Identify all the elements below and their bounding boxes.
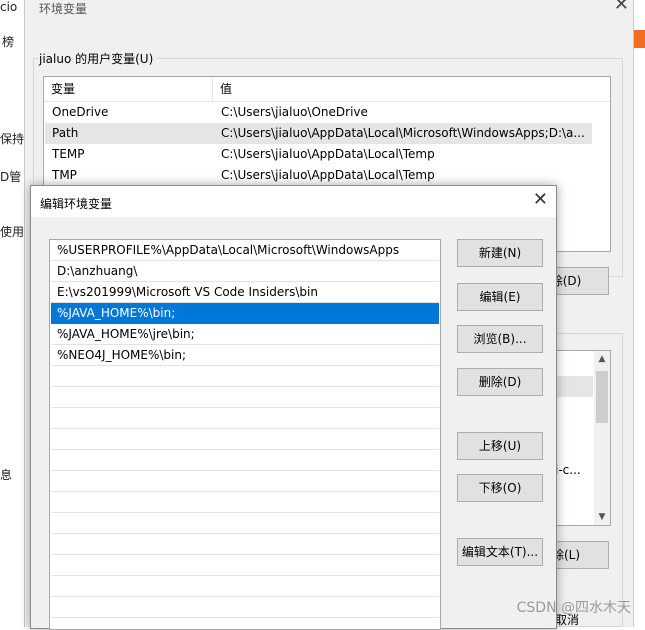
list-item[interactable]: D:\anzhuang\ [51,261,439,282]
table-row[interactable]: OneDrive C:\Users\jialuo\OneDrive [45,102,592,123]
column-header-value[interactable]: 值 [220,77,232,101]
bg-text: cio [0,0,18,14]
list-item[interactable]: %JAVA_HOME%\jre\bin; [51,324,439,345]
table-row[interactable]: TEMP C:\Users\jialuo\AppData\Local\Temp [45,144,592,165]
var-value: C:\Users\jialuo\AppData\Local\Microsoft\… [221,126,585,140]
list-item-empty[interactable] [51,408,439,429]
close-icon[interactable]: ✕ [614,0,629,15]
browse-button[interactable]: 浏览(B)... [457,325,543,353]
bg-text: 使用 [0,225,25,239]
var-name: Path [52,126,79,140]
list-item[interactable]: %NEO4J_HOME%\bin; [51,345,439,366]
list-item-empty[interactable] [51,471,439,492]
list-item-empty[interactable] [51,555,439,576]
user-vars-group-title: jialuo 的用户变量(U) [39,50,158,67]
watermark: CSDN @四水木天 [516,600,631,616]
var-value: C:\Users\jialuo\AppData\Local\Temp [221,147,435,161]
list-item-empty[interactable] [51,387,439,408]
list-item-empty[interactable] [51,429,439,450]
edit-text-button[interactable]: 编辑文本(T)... [457,538,543,566]
var-name: TMP [52,168,77,182]
bg-text: 息 [0,468,13,482]
move-down-button[interactable]: 下移(O) [457,474,543,502]
column-separator [212,77,213,101]
list-item-empty[interactable] [51,576,439,597]
edit-button[interactable]: 编辑(E) [457,283,543,311]
scroll-up-icon[interactable]: ▲ [594,351,610,367]
list-item[interactable]: %USERPROFILE%\AppData\Local\Microsoft\Wi… [51,240,439,261]
dialog-titlebar[interactable]: 编辑环境变量 ✕ [31,186,556,217]
edit-env-var-dialog: 编辑环境变量 ✕ %USERPROFILE%\AppData\Local\Mic… [30,185,557,630]
system-vars-scrollbar[interactable]: ▲ ▼ [594,351,610,525]
bg-text: 榜 [2,35,15,49]
var-name: OneDrive [52,105,109,119]
dialog-title: 编辑环境变量 [40,197,113,211]
bg-text: 保持 [0,132,25,146]
path-entries-list[interactable]: %USERPROFILE%\AppData\Local\Microsoft\Wi… [49,239,441,630]
list-item-empty[interactable] [51,597,439,618]
bg-text: D管 [0,170,22,184]
background-app: cio 榜 保持 D管 使用 息 [0,0,25,627]
scroll-down-icon[interactable]: ▼ [594,509,610,525]
new-button[interactable]: 新建(N) [457,239,543,267]
close-icon[interactable]: ✕ [533,189,548,210]
list-item-selected[interactable]: %JAVA_HOME%\bin; [51,303,439,324]
scrollbar-thumb[interactable] [596,371,608,423]
table-row[interactable]: TMP C:\Users\jialuo\AppData\Local\Temp [45,165,592,186]
var-value: C:\Users\jialuo\AppData\Local\Temp [221,168,435,182]
var-value: C:\Users\jialuo\OneDrive [221,105,368,119]
list-item-empty[interactable] [51,492,439,513]
list-item-empty[interactable] [51,513,439,534]
column-header-variable[interactable]: 变量 [51,77,75,101]
delete-button[interactable]: 删除(D) [457,368,543,396]
window-title: 环境变量 [39,2,88,16]
list-item-empty[interactable] [51,450,439,471]
list-item-empty[interactable] [51,534,439,555]
table-row[interactable]: Path C:\Users\jialuo\AppData\Local\Micro… [45,123,592,144]
list-item-empty[interactable] [51,366,439,387]
system-var-fragment: i-c... [555,463,581,477]
list-item[interactable]: E:\vs201999\Microsoft VS Code Insiders\b… [51,282,439,303]
move-up-button[interactable]: 上移(U) [457,432,543,460]
var-name: TEMP [52,147,85,161]
